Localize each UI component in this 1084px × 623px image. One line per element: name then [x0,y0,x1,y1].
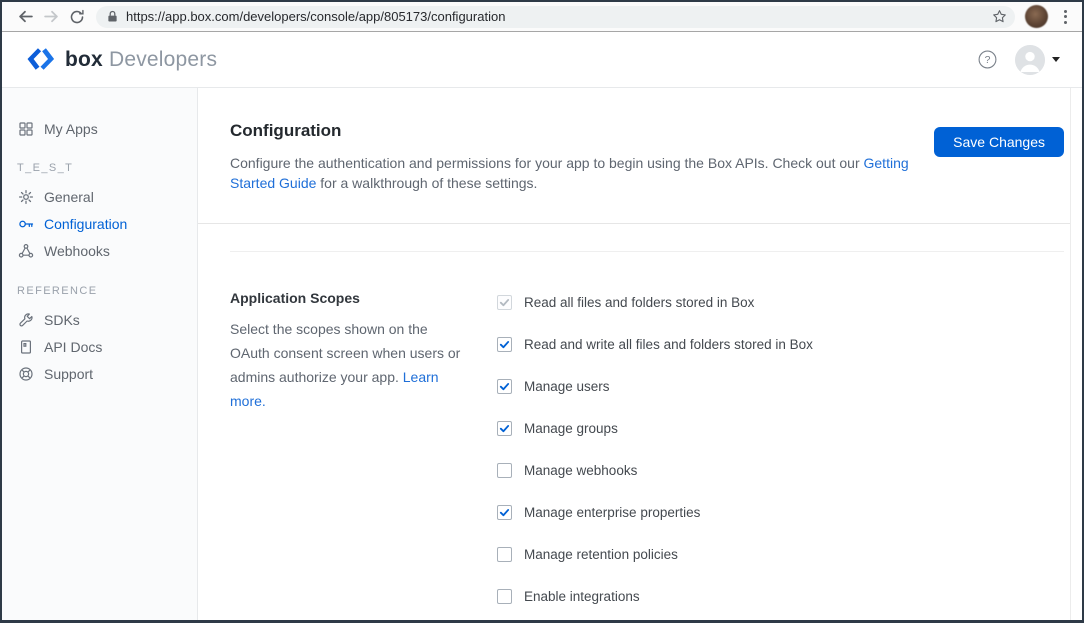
scope-checkbox[interactable] [497,295,512,310]
browser-profile-avatar[interactable] [1025,5,1048,28]
person-silhouette-icon [1015,45,1045,75]
wrench-icon [17,312,35,328]
page-description: Configure the authentication and permiss… [230,153,936,193]
forward-arrow-icon [43,8,60,25]
scope-label: Manage retention policies [524,547,678,562]
sidebar-item-my-apps[interactable]: My Apps [2,115,197,143]
scope-row[interactable]: Read and write all files and folders sto… [497,330,1070,358]
scope-checkbox[interactable] [497,463,512,478]
section-divider [230,251,1064,252]
scope-label: Manage users [524,379,610,394]
sidebar-item-configuration[interactable]: Configuration [2,210,197,237]
scope-row[interactable]: Manage retention policies [497,540,1070,568]
bookmark-star-button[interactable] [992,9,1007,24]
svg-text:?: ? [985,54,991,66]
browser-window: https://app.box.com/developers/console/a… [0,0,1084,623]
scope-checkbox[interactable] [497,505,512,520]
scopes-checkbox-list: Read all files and folders stored in Box… [497,288,1070,620]
sidebar-item-support[interactable]: Support [2,360,197,387]
main-content: Configuration Configure the authenticati… [198,88,1070,620]
scope-label: Manage enterprise properties [524,505,700,520]
scope-row[interactable]: Manage users [497,372,1070,400]
scope-label: Manage groups [524,421,618,436]
sidebar-item-label: SDKs [44,312,80,328]
scope-label: Read all files and folders stored in Box [524,295,754,310]
box-logo-icon [25,48,57,71]
scope-label: Manage webhooks [524,463,637,478]
scope-checkbox[interactable] [497,337,512,352]
browser-menu-button[interactable] [1056,6,1074,28]
scope-row[interactable]: Manage enterprise properties [497,498,1070,526]
app-header: box Developers ? [2,32,1082,88]
sidebar-item-label: Support [44,366,93,382]
gear-icon [17,189,35,205]
star-icon [992,9,1007,24]
scrollbar-gutter[interactable] [1070,88,1082,620]
reload-icon [69,9,85,25]
scope-row[interactable]: Manage groups [497,414,1070,442]
forward-button[interactable] [38,4,64,30]
save-changes-button[interactable]: Save Changes [934,127,1064,157]
sidebar-item-api-docs[interactable]: API Docs [2,333,197,360]
reload-button[interactable] [64,4,90,30]
scope-label: Enable integrations [524,589,640,604]
key-icon [17,216,35,232]
scope-checkbox[interactable] [497,379,512,394]
scope-row[interactable]: Manage webhooks [497,456,1070,484]
browser-toolbar: https://app.box.com/developers/console/a… [2,2,1082,32]
brand-text: box Developers [65,48,217,72]
document-icon [17,339,35,355]
scope-checkbox[interactable] [497,421,512,436]
scope-label: Read and write all files and folders sto… [524,337,813,352]
sidebar-item-label: Configuration [44,216,127,232]
back-arrow-icon [17,8,34,25]
scopes-heading: Application Scopes [230,288,470,308]
sidebar-section-reference: REFERENCE [2,283,197,299]
user-avatar [1015,45,1045,75]
scope-checkbox[interactable] [497,547,512,562]
sidebar-item-label: General [44,189,94,205]
url-text[interactable]: https://app.box.com/developers/console/a… [126,9,992,24]
scopes-description: Select the scopes shown on the OAuth con… [230,317,470,413]
sidebar-item-webhooks[interactable]: Webhooks [2,237,197,264]
scope-row[interactable]: Enable integrations [497,582,1070,610]
sidebar-item-general[interactable]: General [2,183,197,210]
sidebar-section-app-name: T_E_S_T [2,160,197,176]
box-developers-logo[interactable]: box Developers [26,48,217,72]
lifebuoy-icon [17,366,35,382]
back-button[interactable] [12,4,38,30]
sidebar-item-label: API Docs [44,339,102,355]
sidebar-item-sdks[interactable]: SDKs [2,306,197,333]
sidebar-item-label: Webhooks [44,243,110,259]
account-menu[interactable] [1015,45,1060,75]
url-bar[interactable]: https://app.box.com/developers/console/a… [96,6,1015,28]
help-button[interactable]: ? [978,50,997,69]
grid-icon [17,121,35,137]
application-scopes-section: Application Scopes Select the scopes sho… [230,288,1070,620]
sidebar: My Apps T_E_S_T General Configuration W [2,88,198,620]
lock-icon [107,10,118,23]
scope-checkbox[interactable] [497,589,512,604]
help-circle-icon: ? [978,50,997,69]
sidebar-item-label: My Apps [44,121,98,137]
chevron-down-icon [1052,57,1060,62]
scope-row[interactable]: Read all files and folders stored in Box [497,288,1070,316]
nodes-icon [17,243,35,259]
